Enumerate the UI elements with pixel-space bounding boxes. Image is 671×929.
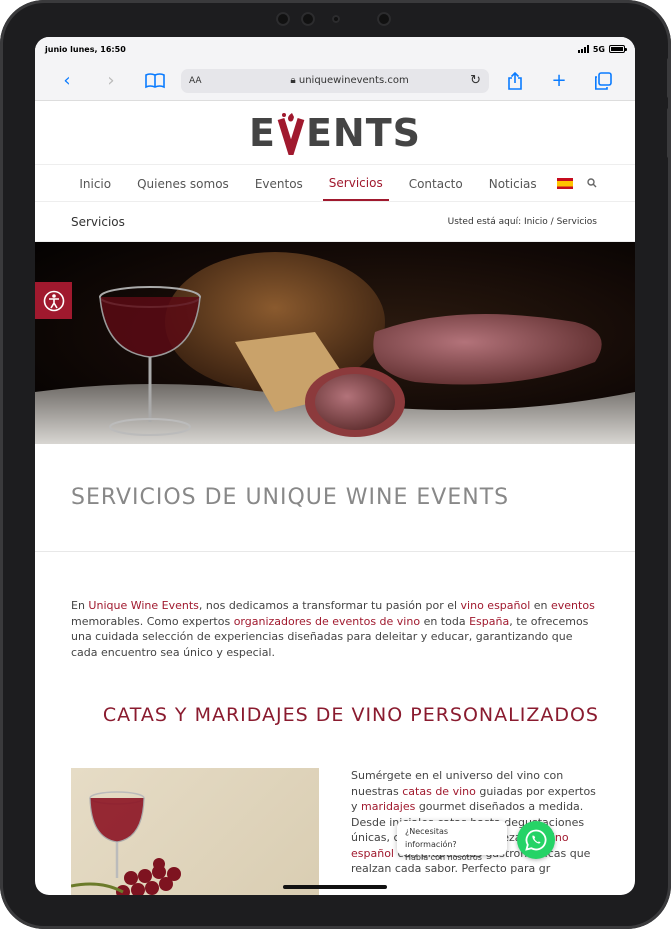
sensor (332, 15, 340, 23)
page-title: Servicios (71, 214, 125, 229)
section-title: CATAS Y MARIDAJES DE VINO PERSONALIZADOS (102, 704, 599, 726)
main-nav: Inicio Quienes somos Eventos Servicios C… (35, 165, 635, 202)
ipad-frame: junio lunes, 16:50 5G ‹ › AA 🔒︎ uniquewi… (0, 0, 671, 929)
wine-splash-icon (277, 112, 305, 155)
screen: junio lunes, 16:50 5G ‹ › AA 🔒︎ uniquewi… (35, 37, 635, 895)
link[interactable]: organizadores de eventos de vino (234, 615, 420, 628)
reload-icon[interactable]: ↻ (470, 73, 481, 88)
status-bar: junio lunes, 16:50 5G (35, 37, 635, 61)
link[interactable]: maridajes (361, 800, 415, 813)
bookmarks-icon[interactable] (133, 66, 177, 96)
share-icon[interactable] (493, 66, 537, 96)
whatsapp-button[interactable] (517, 821, 555, 859)
wine-glass-grapes-photo (70, 768, 319, 895)
search-icon[interactable] (586, 178, 597, 188)
link[interactable]: España (469, 615, 509, 628)
catas-section: Sumérgete en el universo del vino con nu… (35, 726, 635, 895)
nav-item-servicios[interactable]: Servicios (322, 166, 389, 201)
volume-button (667, 108, 671, 158)
tabs-icon[interactable] (581, 66, 625, 96)
reader-aa-button[interactable]: AA (189, 76, 229, 86)
hero-image (35, 242, 635, 444)
url-text: uniquewinevents.com (298, 75, 409, 86)
status-time: junio lunes, 16:50 (45, 44, 126, 54)
page-heading-section: SERVICIOS DE UNIQUE WINE EVENTS (35, 444, 635, 552)
link[interactable]: Unique Wine Events (88, 599, 198, 612)
link[interactable]: vino español (461, 599, 531, 612)
breadcrumb-bar: Servicios Usted está aquí: Inicio / Serv… (35, 202, 635, 242)
battery-icon (609, 45, 627, 53)
address-bar[interactable]: AA 🔒︎ uniquewinevents.com ↻ (181, 68, 489, 93)
safari-toolbar: ‹ › AA 🔒︎ uniquewinevents.com ↻ + (35, 61, 635, 101)
link[interactable]: eventos (551, 599, 595, 612)
page-heading: SERVICIOS DE UNIQUE WINE EVENTS (71, 485, 510, 510)
whatsapp-icon (525, 829, 547, 851)
nav-item-quienes-somos[interactable]: Quienes somos (131, 167, 235, 200)
nav-item-inicio[interactable]: Inicio (73, 167, 117, 200)
sensor (377, 12, 391, 26)
intro-paragraph: En Unique Wine Events, nos dedicamos a t… (71, 599, 595, 659)
volume-button (667, 58, 671, 98)
lock-icon: 🔒︎ (290, 75, 299, 86)
forward-icon[interactable]: › (89, 66, 133, 96)
back-icon[interactable]: ‹ (45, 66, 89, 96)
nav-item-contacto[interactable]: Contacto (403, 167, 469, 200)
network-label: 5G (592, 44, 605, 54)
sensor (276, 12, 290, 26)
chat-prompt[interactable]: ¿Necesitas información? Habla con nosotr… (397, 821, 507, 862)
nav-item-eventos[interactable]: Eventos (249, 167, 309, 200)
accessibility-icon[interactable] (35, 282, 72, 319)
front-camera (301, 12, 315, 26)
home-indicator (283, 885, 387, 889)
breadcrumb[interactable]: Usted está aquí: Inicio / Servicios (448, 217, 597, 227)
spain-flag-icon[interactable] (556, 177, 573, 189)
signal-icon (577, 45, 589, 53)
nav-item-noticias[interactable]: Noticias (483, 167, 543, 200)
new-tab-icon[interactable]: + (537, 66, 581, 96)
bread-salami-photo (35, 252, 635, 444)
site-logo[interactable]: E ENTS (35, 101, 635, 165)
link[interactable]: catas de vino (402, 785, 476, 798)
